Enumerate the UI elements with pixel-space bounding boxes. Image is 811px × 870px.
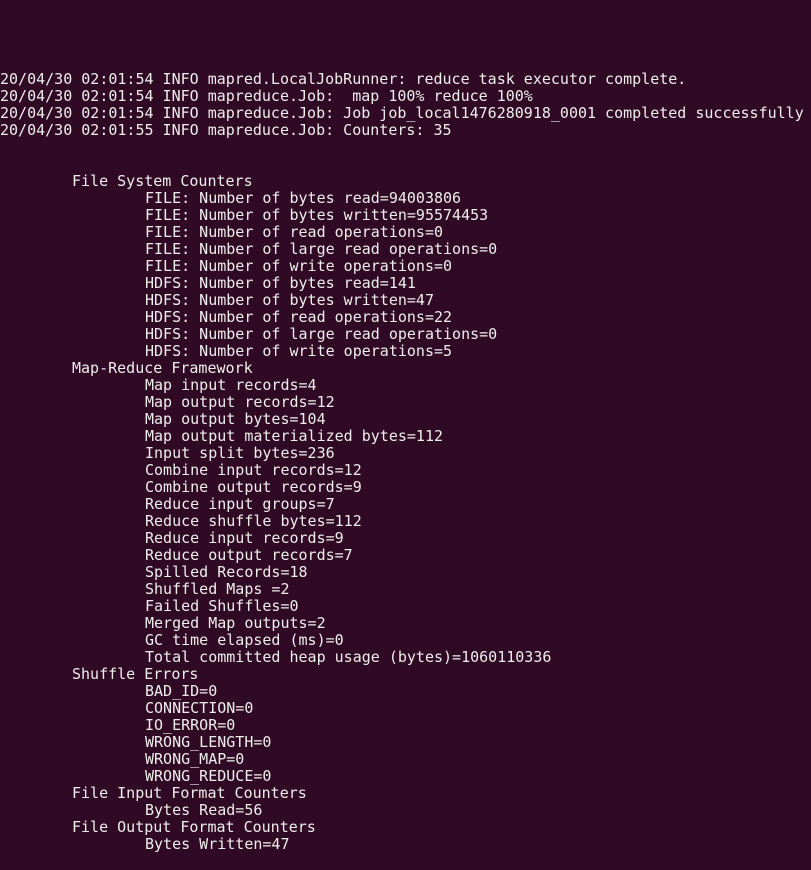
counter-group-title: File System Counters	[72, 172, 253, 190]
counter-item: Input split bytes=236	[145, 444, 335, 462]
counter-group-title: Map-Reduce Framework	[72, 359, 253, 377]
counter-item: WRONG_LENGTH=0	[145, 733, 272, 751]
counter-group-title: File Output Format Counters	[72, 818, 316, 836]
counter-item: Combine input records=12	[145, 461, 362, 479]
counter-item: WRONG_REDUCE=0	[145, 767, 272, 785]
counter-item: FILE: Number of bytes written=95574453	[145, 206, 489, 224]
counter-item: Reduce output records=7	[145, 546, 353, 564]
counter-item: FILE: Number of read operations=0	[145, 223, 444, 241]
counter-item: WRONG_MAP=0	[145, 750, 245, 768]
counter-item: Total committed heap usage (bytes)=10601…	[145, 648, 552, 666]
counter-item: FILE: Number of write operations=0	[145, 257, 453, 275]
counter-item: Merged Map outputs=2	[145, 614, 326, 632]
counter-item: FILE: Number of large read operations=0	[145, 240, 498, 258]
log-line: 20/04/30 02:01:54 INFO mapreduce.Job: Jo…	[0, 104, 804, 122]
counter-item: Map output materialized bytes=112	[145, 427, 444, 445]
counter-item: Reduce shuffle bytes=112	[145, 512, 362, 530]
counter-item: Map input records=4	[145, 376, 317, 394]
counter-item: BAD_ID=0	[145, 682, 218, 700]
counter-groups: File System Counters FILE: Number of byte…	[0, 173, 811, 853]
counter-item: Shuffled Maps =2	[145, 580, 290, 598]
counter-group-title: File Input Format Counters	[72, 784, 307, 802]
counter-item: Combine output records=9	[145, 478, 362, 496]
log-line: 20/04/30 02:01:54 INFO mapred.LocalJobRu…	[0, 70, 687, 88]
counter-item: HDFS: Number of write operations=5	[145, 342, 453, 360]
counter-item: Spilled Records=18	[145, 563, 308, 581]
counter-item: CONNECTION=0	[145, 699, 254, 717]
counter-item: HDFS: Number of read operations=22	[145, 308, 453, 326]
counter-item: Map output records=12	[145, 393, 335, 411]
log-lines: 20/04/30 02:01:54 INFO mapred.LocalJobRu…	[0, 71, 811, 139]
counter-item: Reduce input records=9	[145, 529, 344, 547]
counter-item: Reduce input groups=7	[145, 495, 335, 513]
counter-item: HDFS: Number of large read operations=0	[145, 325, 498, 343]
counter-item: Failed Shuffles=0	[145, 597, 299, 615]
counter-item: GC time elapsed (ms)=0	[145, 631, 344, 649]
log-line: 20/04/30 02:01:55 INFO mapreduce.Job: Co…	[0, 121, 452, 139]
terminal-output[interactable]: 20/04/30 02:01:54 INFO mapred.LocalJobRu…	[0, 0, 811, 870]
counter-item: HDFS: Number of bytes written=47	[145, 291, 434, 309]
counter-item: Bytes Read=56	[145, 801, 263, 819]
counter-item: Bytes Written=47	[145, 835, 290, 853]
counter-item: IO_ERROR=0	[145, 716, 236, 734]
counter-item: Map output bytes=104	[145, 410, 326, 428]
log-line: 20/04/30 02:01:54 INFO mapreduce.Job: ma…	[0, 87, 533, 105]
counter-item: HDFS: Number of bytes read=141	[145, 274, 416, 292]
counter-group-title: Shuffle Errors	[72, 665, 199, 683]
counter-item: FILE: Number of bytes read=94003806	[145, 189, 462, 207]
partial-scrolled-line	[0, 20, 811, 37]
